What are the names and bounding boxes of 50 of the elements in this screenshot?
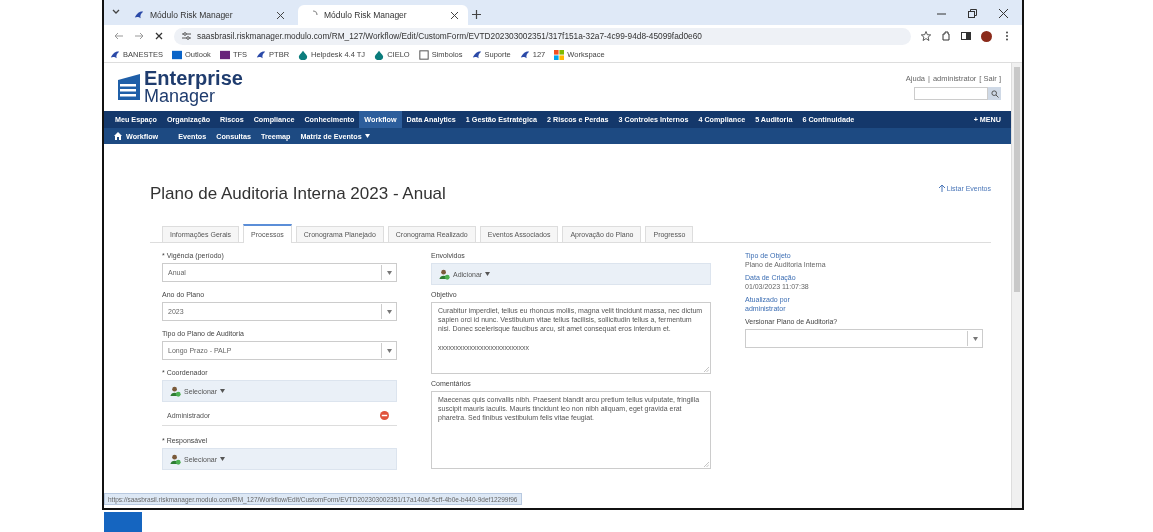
- dropdown-caret-icon: [972, 336, 978, 341]
- scrollbar[interactable]: [1011, 63, 1022, 508]
- bird-icon: [110, 49, 120, 60]
- user-add-icon: [170, 385, 181, 397]
- caret-icon: [364, 134, 370, 138]
- star-icon[interactable]: [921, 31, 931, 41]
- bird-icon: [471, 49, 482, 60]
- caret-icon: [220, 457, 226, 461]
- close-icon[interactable]: [999, 9, 1008, 18]
- dropdown-caret-icon: [386, 270, 392, 275]
- back-icon[interactable]: [114, 31, 124, 41]
- grid-icon: [554, 49, 565, 60]
- user-add-icon: [170, 453, 181, 465]
- new-tab-icon[interactable]: [472, 10, 481, 19]
- restore-icon[interactable]: [968, 9, 977, 18]
- user-add-icon: [439, 268, 450, 280]
- caret-icon: [485, 272, 491, 276]
- browser-tab[interactable]: Módulo Risk Manager: [298, 5, 468, 25]
- resize-grip-icon[interactable]: [704, 462, 709, 467]
- drop-icon: [298, 49, 309, 60]
- dropdown-caret-icon: [386, 309, 392, 314]
- logo-text: Enterprise: [144, 68, 243, 88]
- browser-tab[interactable]: Módulo Risk Manager: [124, 5, 294, 25]
- taskbar-fragment: [104, 512, 142, 532]
- close-icon[interactable]: [451, 11, 458, 19]
- tab-search-icon[interactable]: [112, 8, 120, 16]
- address-bar[interactable]: saasbrasil.riskmanager.modulo.com/RM_127/Workflow/Edit/CustomForm/EVTD202303002351/317f151a-32a7-4c99-94d8-45099fad0e60: [174, 27, 911, 45]
- extensions-icon[interactable]: [941, 31, 951, 41]
- profile-avatar[interactable]: [981, 30, 992, 42]
- bird-icon: [134, 10, 144, 20]
- search-button[interactable]: [988, 87, 1001, 100]
- search-icon: [990, 89, 999, 98]
- building-logo-icon: [118, 74, 140, 100]
- dropdown-caret-icon: [386, 348, 392, 353]
- stop-icon[interactable]: [154, 31, 164, 41]
- caret-icon: [220, 389, 226, 393]
- bird-icon: [519, 49, 530, 60]
- select-field[interactable]: [745, 329, 983, 348]
- remove-icon[interactable]: [380, 411, 389, 420]
- page-title: Plano de Auditoria Interna 2023 - Anual: [150, 184, 446, 204]
- bird-icon: [256, 49, 267, 60]
- home-icon: [114, 132, 122, 140]
- forward-icon[interactable]: [134, 31, 144, 41]
- search-field[interactable]: [914, 87, 988, 100]
- close-icon[interactable]: [277, 11, 284, 19]
- side-panel-icon[interactable]: [961, 31, 971, 41]
- resize-grip-icon[interactable]: [704, 367, 709, 372]
- site-settings-icon[interactable]: [182, 31, 191, 41]
- arrow-up-icon: [938, 184, 945, 192]
- drop-icon: [374, 49, 385, 60]
